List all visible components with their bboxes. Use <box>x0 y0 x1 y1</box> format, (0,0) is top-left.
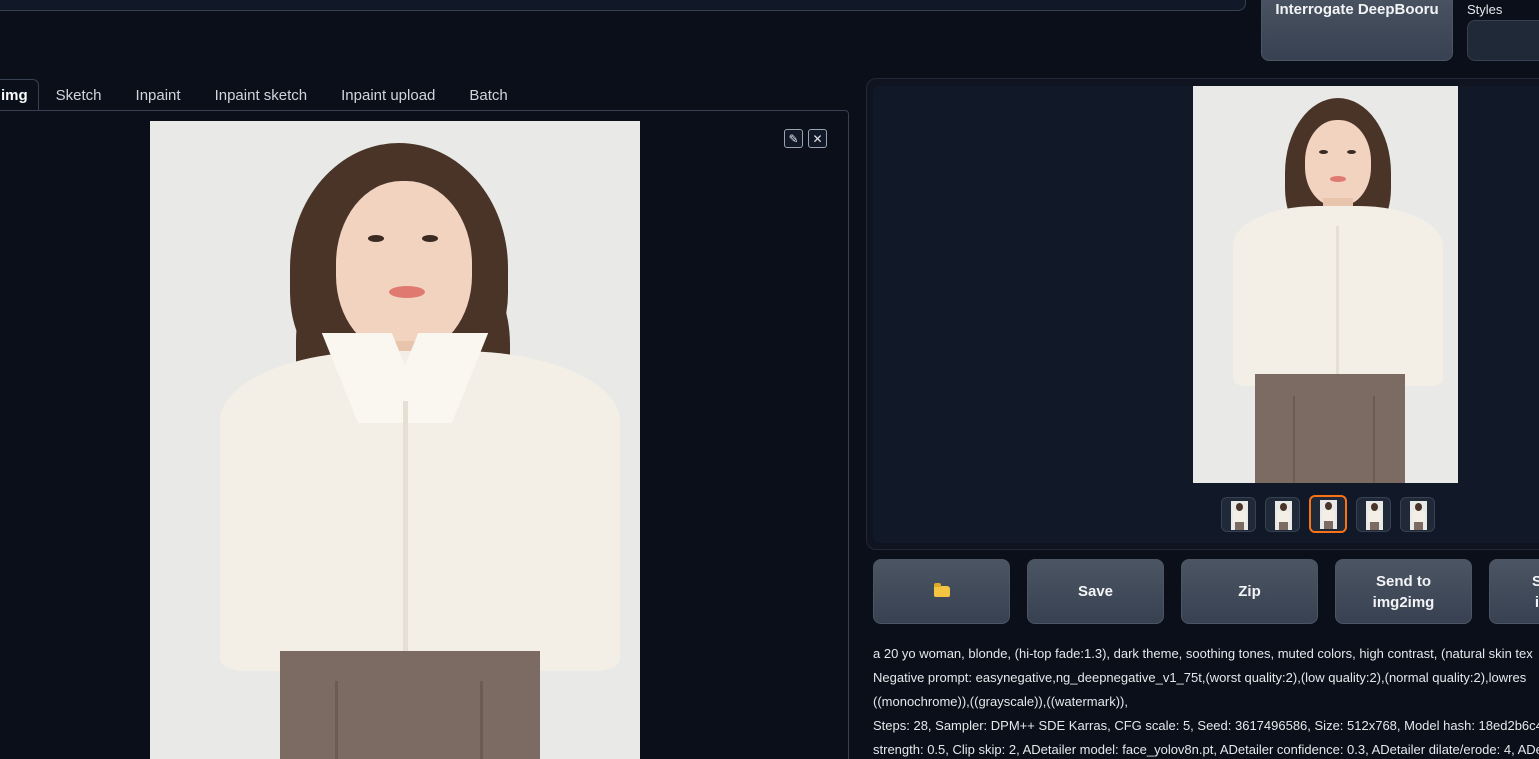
tab-img2img[interactable]: img <box>0 79 39 111</box>
folder-icon <box>933 583 950 597</box>
tab-inpaint-sketch[interactable]: Inpaint sketch <box>198 79 325 111</box>
interrogate-deepbooru-button[interactable]: Interrogate DeepBooru <box>1261 0 1453 61</box>
prompt-textbox[interactable] <box>0 0 1246 11</box>
zip-button[interactable]: Zip <box>1181 559 1318 624</box>
generation-info: a 20 yo woman, blonde, (hi-top fade:1.3)… <box>873 642 1539 759</box>
img2img-screen: Interrogate DeepBooru Styles img Sketch … <box>0 0 1539 759</box>
edit-icon[interactable]: ✎ <box>784 129 803 148</box>
save-button[interactable]: Save <box>1027 559 1164 624</box>
info-negative-prompt: Negative prompt: easynegative,ng_deepneg… <box>873 670 1527 685</box>
close-icon[interactable]: ✕ <box>808 129 827 148</box>
styles-label: Styles <box>1467 2 1503 17</box>
output-actions: Save Zip Send to img2img S i <box>873 559 1539 624</box>
output-image[interactable] <box>1193 86 1458 483</box>
tab-inpaint-upload[interactable]: Inpaint upload <box>324 79 452 111</box>
gallery-thumbnail[interactable] <box>1356 497 1391 532</box>
info-parameters: Steps: 28, Sampler: DPM++ SDE Karras, CF… <box>873 718 1539 733</box>
send-to-img2img-button[interactable]: Send to img2img <box>1335 559 1472 624</box>
gallery-thumbnail[interactable] <box>1265 497 1300 532</box>
gallery-thumbnail-selected[interactable] <box>1309 495 1347 533</box>
open-folder-button[interactable] <box>873 559 1010 624</box>
image-edit-controls: ✎ ✕ <box>784 129 827 148</box>
tab-inpaint[interactable]: Inpaint <box>119 79 198 111</box>
info-prompt: a 20 yo woman, blonde, (hi-top fade:1.3)… <box>873 646 1533 661</box>
tab-batch[interactable]: Batch <box>452 79 524 111</box>
gallery-thumbnail[interactable] <box>1221 497 1256 532</box>
info-negative-prompt-cont: ((monochrome)),((grayscale)),((watermark… <box>873 694 1128 709</box>
styles-dropdown[interactable] <box>1467 20 1539 61</box>
mode-tabs: img Sketch Inpaint Inpaint sketch Inpain… <box>0 79 525 111</box>
tab-sketch[interactable]: Sketch <box>39 79 119 111</box>
info-parameters-cont: strength: 0.5, Clip skip: 2, ADetailer m… <box>873 742 1539 757</box>
send-to-inpaint-button[interactable]: S i <box>1489 559 1539 624</box>
gallery-thumbnail[interactable] <box>1400 497 1435 532</box>
input-image[interactable] <box>150 121 640 759</box>
gallery-thumbnails <box>1221 495 1435 533</box>
